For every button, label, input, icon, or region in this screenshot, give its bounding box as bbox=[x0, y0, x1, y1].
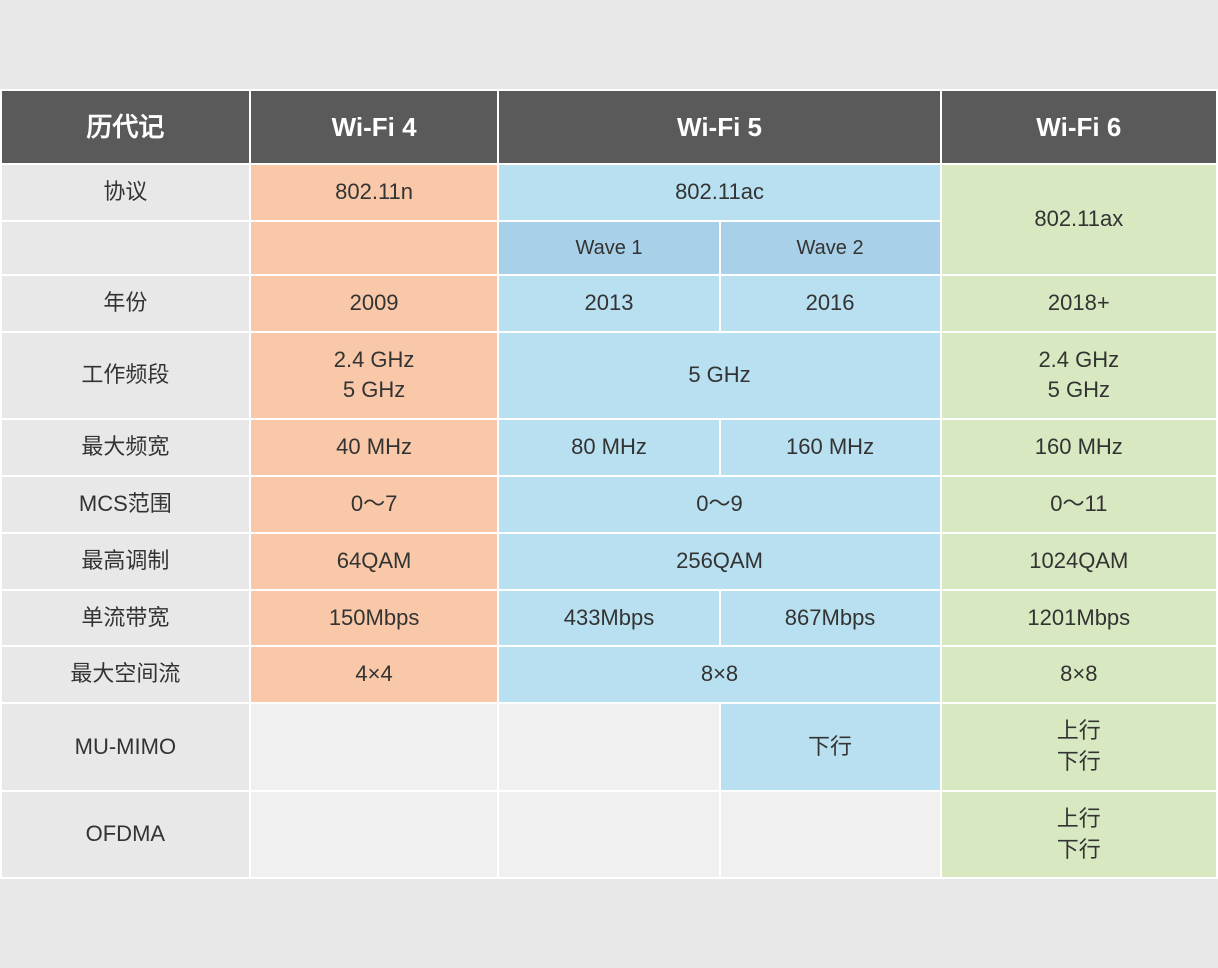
header-label: 历代记 bbox=[1, 90, 250, 164]
row-protocol: 协议 802.11n 802.11ac 802.11ax bbox=[1, 164, 1217, 221]
wifi-comparison-table: 历代记 Wi-Fi 4 Wi-Fi 5 Wi-Fi 6 协议 802.11n 8… bbox=[0, 89, 1218, 880]
label-protocol-empty bbox=[1, 221, 250, 275]
wifi6-mcs: 0～11 bbox=[941, 476, 1217, 533]
wifi6-modulation: 1024QAM bbox=[941, 533, 1217, 590]
wave2-label: Wave 2 bbox=[720, 221, 941, 275]
wifi5-protocol-top: 802.11ac bbox=[498, 164, 940, 221]
row-mumimo: MU-MIMO 下行 上行下行 bbox=[1, 703, 1217, 791]
label-mumimo: MU-MIMO bbox=[1, 703, 250, 791]
label-stream-bw: 单流带宽 bbox=[1, 590, 250, 647]
wifi6-mumimo: 上行下行 bbox=[941, 703, 1217, 791]
header-row: 历代记 Wi-Fi 4 Wi-Fi 5 Wi-Fi 6 bbox=[1, 90, 1217, 164]
label-bandwidth: 最大频宽 bbox=[1, 419, 250, 476]
row-bandwidth: 最大频宽 40 MHz 80 MHz 160 MHz 160 MHz bbox=[1, 419, 1217, 476]
row-mcs: MCS范围 0～7 0～9 0～11 bbox=[1, 476, 1217, 533]
row-modulation: 最高调制 64QAM 256QAM 1024QAM bbox=[1, 533, 1217, 590]
wifi4-modulation: 64QAM bbox=[250, 533, 499, 590]
row-stream-bw: 单流带宽 150Mbps 433Mbps 867Mbps 1201Mbps bbox=[1, 590, 1217, 647]
label-frequency: 工作频段 bbox=[1, 332, 250, 420]
wifi5-modulation: 256QAM bbox=[498, 533, 940, 590]
wave1-ofdma bbox=[498, 791, 719, 879]
wifi4-bandwidth: 40 MHz bbox=[250, 419, 499, 476]
label-modulation: 最高调制 bbox=[1, 533, 250, 590]
wave2-stream-bw: 867Mbps bbox=[720, 590, 941, 647]
wave1-stream-bw: 433Mbps bbox=[498, 590, 719, 647]
header-wifi4: Wi-Fi 4 bbox=[250, 90, 499, 164]
wifi4-frequency: 2.4 GHz5 GHz bbox=[250, 332, 499, 420]
header-wifi5: Wi-Fi 5 bbox=[498, 90, 940, 164]
label-spatial: 最大空间流 bbox=[1, 646, 250, 703]
label-protocol: 协议 bbox=[1, 164, 250, 221]
wifi6-year: 2018+ bbox=[941, 275, 1217, 332]
wifi4-spatial: 4×4 bbox=[250, 646, 499, 703]
wifi5-mcs: 0～9 bbox=[498, 476, 940, 533]
wave1-bandwidth: 80 MHz bbox=[498, 419, 719, 476]
label-ofdma: OFDMA bbox=[1, 791, 250, 879]
wifi4-protocol: 802.11n bbox=[250, 164, 499, 221]
header-wifi6: Wi-Fi 6 bbox=[941, 90, 1217, 164]
wifi6-frequency: 2.4 GHz5 GHz bbox=[941, 332, 1217, 420]
row-spatial: 最大空间流 4×4 8×8 8×8 bbox=[1, 646, 1217, 703]
wave2-mumimo: 下行 bbox=[720, 703, 941, 791]
wifi6-spatial: 8×8 bbox=[941, 646, 1217, 703]
wave2-year: 2016 bbox=[720, 275, 941, 332]
wave2-bandwidth: 160 MHz bbox=[720, 419, 941, 476]
wifi4-protocol-empty bbox=[250, 221, 499, 275]
wave2-ofdma bbox=[720, 791, 941, 879]
wifi4-mcs: 0～7 bbox=[250, 476, 499, 533]
wave1-mumimo bbox=[498, 703, 719, 791]
wifi5-frequency: 5 GHz bbox=[498, 332, 940, 420]
wifi4-mumimo bbox=[250, 703, 499, 791]
wifi6-protocol: 802.11ax bbox=[941, 164, 1217, 275]
wave1-label: Wave 1 bbox=[498, 221, 719, 275]
wave1-year: 2013 bbox=[498, 275, 719, 332]
row-frequency: 工作频段 2.4 GHz5 GHz 5 GHz 2.4 GHz5 GHz bbox=[1, 332, 1217, 420]
row-year: 年份 2009 2013 2016 2018+ bbox=[1, 275, 1217, 332]
wifi6-ofdma: 上行下行 bbox=[941, 791, 1217, 879]
wifi4-stream-bw: 150Mbps bbox=[250, 590, 499, 647]
wifi4-ofdma bbox=[250, 791, 499, 879]
wifi5-spatial: 8×8 bbox=[498, 646, 940, 703]
wifi6-stream-bw: 1201Mbps bbox=[941, 590, 1217, 647]
label-year: 年份 bbox=[1, 275, 250, 332]
comparison-table-wrapper: 历代记 Wi-Fi 4 Wi-Fi 5 Wi-Fi 6 协议 802.11n 8… bbox=[0, 89, 1218, 880]
wifi6-bandwidth: 160 MHz bbox=[941, 419, 1217, 476]
label-mcs: MCS范围 bbox=[1, 476, 250, 533]
wifi4-year: 2009 bbox=[250, 275, 499, 332]
row-ofdma: OFDMA 上行下行 bbox=[1, 791, 1217, 879]
